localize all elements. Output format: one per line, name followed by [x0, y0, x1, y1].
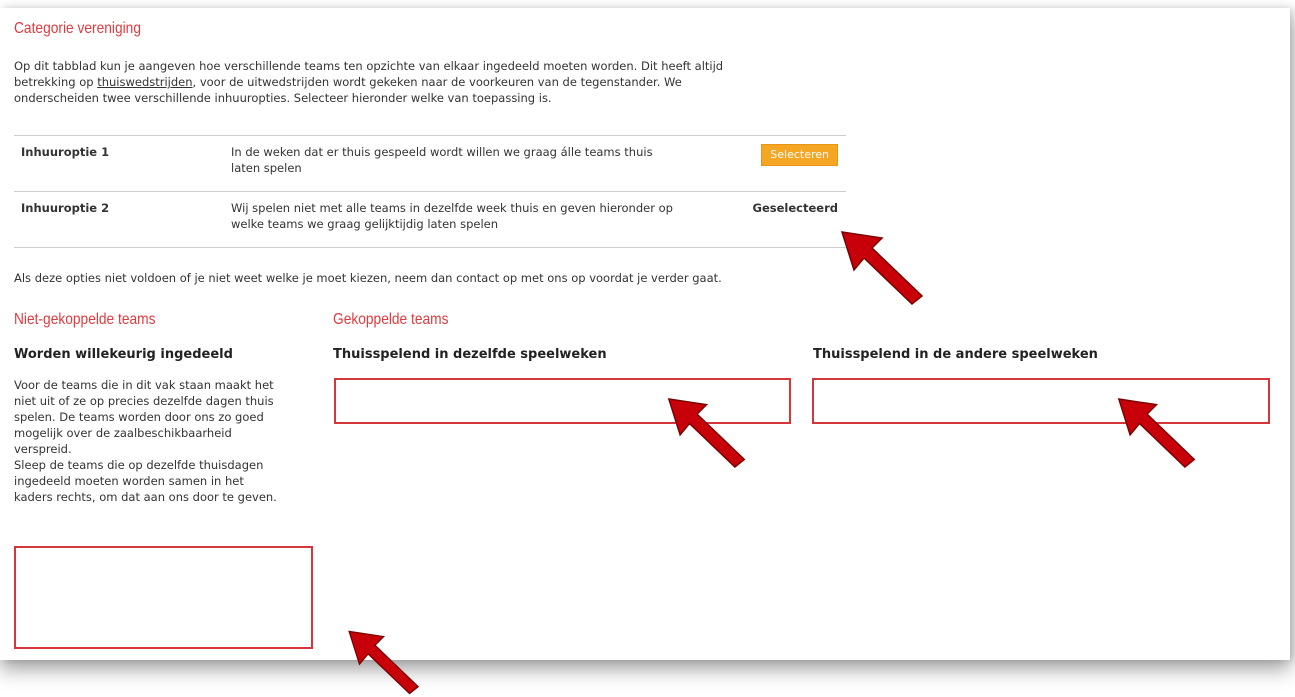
option-description: Wij spelen niet met alle teams in dezelf…: [231, 191, 746, 248]
annotation-arrow-icon: [840, 231, 924, 305]
desc-line: Voor de teams die in dit vak staan maakt…: [14, 378, 274, 392]
same-weeks-title: Thuisspelend in dezelfde speelweken: [333, 347, 607, 362]
options-table: Inhuuroptie 1 In de weken dat er thuis g…: [14, 135, 846, 248]
desc-line: kaders rechts, om dat aan ons door te ge…: [14, 490, 277, 504]
desc-line: spelen. De teams worden door ons zo goed: [14, 410, 264, 424]
unlinked-teams-title: Niet-gekoppelde teams: [14, 311, 156, 328]
desc-line: niet uit of ze op precies dezelfde dagen…: [14, 394, 274, 408]
intro-line-2-pre: betrekking op: [14, 75, 98, 89]
option-desc-line: laten spelen: [231, 161, 302, 175]
page-panel: Categorie vereniging Op dit tabblad kun …: [0, 8, 1290, 660]
option-desc-line: In de weken dat er thuis gespeeld wordt …: [231, 145, 653, 159]
desc-line: Sleep de teams die op dezelfde thuisdage…: [14, 458, 264, 472]
option-row: Inhuuroptie 1 In de weken dat er thuis g…: [14, 135, 846, 192]
unlinked-teams-description: Voor de teams die in dit vak staan maakt…: [14, 377, 314, 505]
intro-line-1: Op dit tabblad kun je aangeven hoe versc…: [14, 59, 724, 73]
annotation-arrow-icon: [348, 630, 420, 695]
desc-line: mogelijk over de zaalbeschikbaarheid: [14, 426, 232, 440]
annotation-arrow-icon: [667, 398, 746, 468]
option-action-cell: Geselecteerd: [746, 191, 846, 248]
desc-line: verspreid.: [14, 442, 72, 456]
option-row: Inhuuroptie 2 Wij spelen niet met alle t…: [14, 191, 846, 248]
unlinked-teams-subtitle: Worden willekeurig ingedeeld: [14, 347, 233, 362]
option-action-cell: Selecteren: [746, 135, 846, 192]
unlinked-teams-dropzone[interactable]: [14, 546, 313, 649]
option-desc-line: Wij spelen niet met alle teams in dezelf…: [231, 201, 673, 215]
section-title: Categorie vereniging: [14, 20, 141, 37]
option-desc-line: welke teams we graag gelijktijdig laten …: [231, 217, 499, 231]
contact-note: Als deze opties niet voldoen of je niet …: [14, 271, 722, 285]
intro-line-2-post: , voor de uitwedstrijden wordt gekeken n…: [192, 75, 682, 89]
other-weeks-title: Thuisspelend in de andere speelweken: [813, 347, 1098, 362]
desc-line: ingedeeld moeten worden samen in het: [14, 474, 244, 488]
option-label: Inhuuroptie 2: [14, 191, 231, 248]
other-weeks-dropzone[interactable]: [812, 378, 1270, 424]
intro-line-3: onderscheiden twee verschillende inhuuro…: [14, 91, 552, 105]
annotation-arrow-icon: [1117, 398, 1196, 468]
option-description: In de weken dat er thuis gespeeld wordt …: [231, 135, 746, 192]
thuiswedstrijden-link[interactable]: thuiswedstrijden: [97, 75, 192, 89]
linked-teams-title: Gekoppelde teams: [333, 311, 449, 328]
selected-status: Geselecteerd: [752, 201, 838, 215]
select-button[interactable]: Selecteren: [761, 144, 838, 166]
intro-text: Op dit tabblad kun je aangeven hoe versc…: [14, 58, 844, 106]
option-label: Inhuuroptie 1: [14, 135, 231, 192]
